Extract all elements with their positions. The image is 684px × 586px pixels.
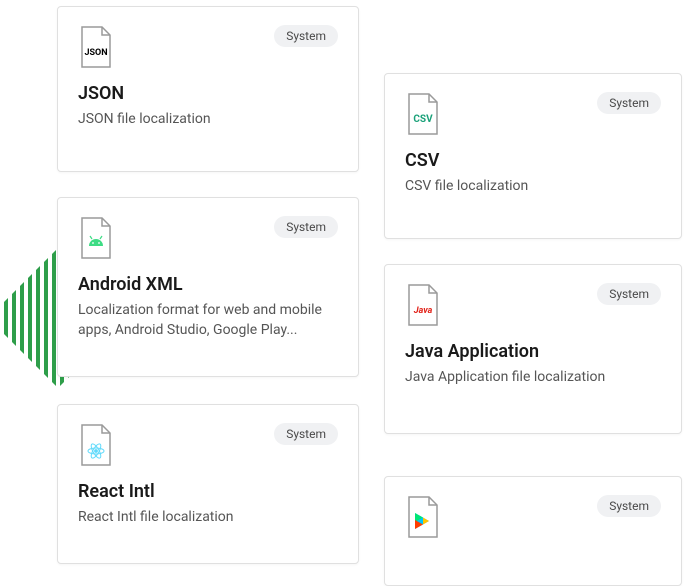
csv-file-icon: CSV [405, 92, 441, 136]
svg-text:JSON: JSON [84, 48, 107, 58]
card-title: Java Application [405, 341, 661, 362]
system-badge: System [274, 25, 338, 47]
svg-text:Java: Java [414, 306, 433, 316]
card-description: JSON file localization [78, 110, 338, 130]
card-android-xml[interactable]: System Android XML Localization format f… [57, 197, 359, 377]
system-badge: System [597, 283, 661, 305]
card-description: CSV file localization [405, 177, 661, 197]
card-title: React Intl [78, 481, 338, 502]
card-title: CSV [405, 150, 661, 171]
system-badge: System [274, 423, 338, 445]
android-file-icon [78, 216, 114, 260]
system-badge: System [274, 216, 338, 238]
card-google-play[interactable]: System [384, 476, 682, 586]
card-react-intl[interactable]: System React Intl React Intl file locali… [57, 404, 359, 564]
card-title: Android XML [78, 274, 338, 295]
card-description: Localization format for web and mobile a… [78, 301, 338, 340]
card-csv[interactable]: CSV System CSV CSV file localization [384, 73, 682, 239]
card-json[interactable]: JSON System JSON JSON file localization [57, 6, 359, 172]
react-file-icon [78, 423, 114, 467]
card-description: React Intl file localization [78, 508, 338, 528]
system-badge: System [597, 92, 661, 114]
card-java-application[interactable]: Java System Java Application Java Applic… [384, 264, 682, 434]
card-description: Java Application file localization [405, 368, 661, 388]
svg-text:CSV: CSV [413, 114, 433, 125]
json-file-icon: JSON [78, 25, 114, 69]
system-badge: System [597, 495, 661, 517]
card-title: JSON [78, 83, 338, 104]
java-file-icon: Java [405, 283, 441, 327]
play-file-icon [405, 495, 441, 539]
